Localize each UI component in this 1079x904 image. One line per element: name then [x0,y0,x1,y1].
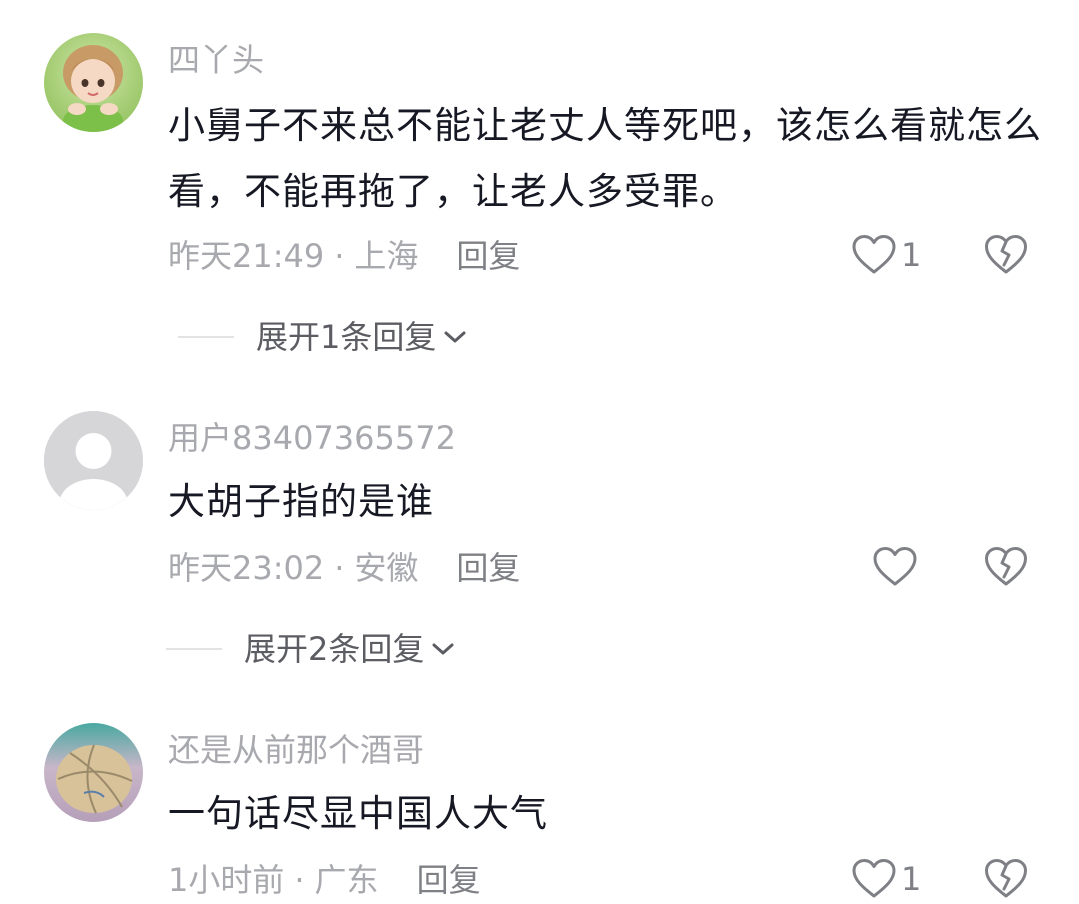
heart-icon [852,235,896,274]
dislike-button[interactable] [984,234,1028,280]
reply-button[interactable]: 回复 [456,548,520,588]
broken-heart-icon [985,235,1027,274]
default-user-avatar-icon [44,411,143,510]
comment-username[interactable]: 还是从前那个酒哥 [168,730,424,770]
meta-separator: · [334,237,345,275]
user-avatar[interactable] [44,411,143,510]
broken-heart-icon [985,859,1027,898]
divider-line [166,648,222,650]
like-button[interactable]: 1 [851,858,921,900]
heart-icon [873,547,917,586]
chevron-down-icon [444,331,466,343]
comment-time: 昨天21:49 [168,237,325,275]
like-count: 1 [901,236,922,274]
broken-heart-icon [985,547,1027,586]
like-button[interactable]: 1 [851,234,921,276]
divider-line [178,336,234,338]
comment-time: 昨天23:02 [168,549,325,587]
comment-time: 1小时前 [168,861,285,899]
comment-text: 小舅子不来总不能让老丈人等死吧，该怎么看就怎么看，不能再拖了，让老人多受罪。 [168,104,1042,213]
meta-separator: · [294,861,305,899]
comment-meta: 1小时前 · 广东 回复 [168,860,481,900]
expand-replies-button[interactable]: 展开2条回复 [166,629,456,669]
comment-location: 安徽 [354,549,419,587]
comment-location: 广东 [314,861,379,899]
comment-username[interactable]: 用户83407365572 [168,418,456,458]
reply-button[interactable]: 回复 [456,236,520,276]
heart-icon [852,859,896,898]
comment-username[interactable]: 四丫头 [168,40,264,80]
comment-text: 大胡子指的是谁 [168,480,434,523]
dislike-button[interactable] [984,546,1028,592]
expand-replies-label: 展开2条回复 [244,630,425,668]
comment-meta: 昨天23:02 · 安徽 回复 [168,548,520,588]
comment-location: 上海 [354,237,419,275]
like-button[interactable] [872,546,922,588]
girl-avatar-icon [44,33,143,132]
expand-replies-label: 展开1条回复 [256,318,437,356]
comment-meta: 昨天21:49 · 上海 回复 [168,236,520,276]
dislike-button[interactable] [984,858,1028,904]
basketball-avatar-icon [44,723,143,822]
user-avatar[interactable] [44,33,143,132]
comment-text: 一句话尽显中国人大气 [168,792,548,835]
reply-button[interactable]: 回复 [417,860,481,900]
user-avatar[interactable] [44,723,143,822]
expand-replies-button[interactable]: 展开1条回复 [178,317,468,357]
chevron-down-icon [432,643,454,655]
like-count: 1 [901,860,922,898]
meta-separator: · [334,549,345,587]
